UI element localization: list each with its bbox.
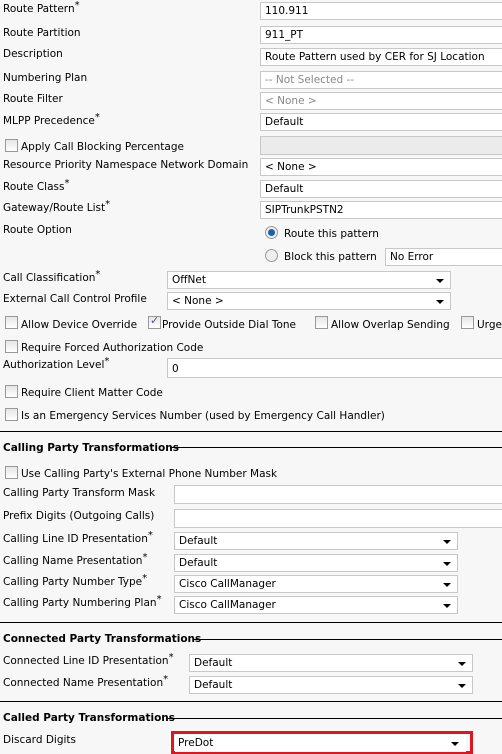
call-blocking-checkbox[interactable]	[5, 139, 18, 152]
connected-line-id-label: Connected Line ID Presentation	[3, 655, 174, 667]
use-mask-checkbox[interactable]	[5, 466, 18, 479]
call-classification-label: Call Classification	[3, 272, 100, 284]
emergency-checkbox[interactable]	[5, 408, 18, 421]
forced-auth-checkbox[interactable]	[5, 340, 18, 353]
connected-line-id-select[interactable]: Default	[189, 654, 473, 672]
gateway-select[interactable]: SIPTrunkPSTN2	[260, 201, 502, 219]
external-profile-select[interactable]: < None >	[167, 292, 451, 310]
numbering-plan-select[interactable]: -- Not Selected --	[260, 71, 502, 89]
route-class-label: Route Class	[3, 181, 69, 193]
forced-auth-label: Require Forced Authorization Code	[21, 342, 204, 354]
resource-priority-select[interactable]: < None >	[260, 158, 502, 176]
section-header-rule	[168, 718, 502, 719]
calling-party-header: Calling Party Transformations	[3, 442, 179, 454]
route-filter-select[interactable]: < None >	[260, 92, 502, 110]
route-this-pattern-radio[interactable]	[265, 226, 278, 239]
number-type-select[interactable]: Cisco CallManager	[174, 575, 458, 593]
clid-presentation-select[interactable]: Default	[174, 532, 458, 550]
resource-priority-label: Resource Priority Namespace Network Doma…	[3, 159, 249, 171]
allow-device-override-checkbox[interactable]	[5, 316, 18, 329]
urgent-priority-checkbox[interactable]	[461, 316, 474, 329]
calling-numbering-plan-label: Calling Party Numbering Plan	[3, 597, 162, 609]
prefix-digits-input[interactable]	[174, 509, 502, 528]
block-this-pattern-radio[interactable]	[265, 249, 278, 262]
client-matter-checkbox[interactable]	[5, 385, 18, 398]
mlpp-label: MLPP Precedence	[3, 115, 100, 127]
route-partition-label: Route Partition	[3, 27, 81, 39]
client-matter-label: Require Client Matter Code	[21, 387, 163, 399]
connected-name-select[interactable]: Default	[189, 676, 473, 694]
allow-device-override-label: Allow Device Override	[21, 319, 138, 331]
auth-level-input[interactable]: 0	[167, 358, 502, 378]
call-blocking-label: Apply Call Blocking Percentage	[21, 141, 184, 153]
route-pattern-input[interactable]: 110.911	[260, 2, 502, 20]
external-profile-label: External Call Control Profile	[3, 293, 147, 305]
prefix-digits-label: Prefix Digits (Outgoing Calls)	[3, 510, 155, 522]
use-mask-label: Use Calling Party's External Phone Numbe…	[21, 468, 278, 480]
connected-party-header: Connected Party Transformations	[3, 633, 202, 645]
description-label: Description	[3, 48, 63, 60]
calling-numbering-plan-select[interactable]: Cisco CallManager	[174, 596, 458, 614]
section-divider	[0, 622, 502, 623]
called-party-header: Called Party Transformations	[3, 712, 176, 724]
route-partition-input[interactable]: 911_PT	[260, 26, 502, 44]
block-this-pattern-label: Block this pattern	[284, 251, 377, 263]
overlap-sending-label: Allow Overlap Sending	[331, 319, 450, 331]
route-option-label: Route Option	[3, 224, 72, 236]
call-classification-select[interactable]: OffNet	[167, 271, 451, 289]
gateway-label: Gateway/Route List	[3, 202, 110, 214]
discard-digits-select[interactable]: PreDot	[175, 734, 466, 752]
route-this-pattern-label: Route this pattern	[284, 228, 379, 240]
calling-name-select[interactable]: Default	[174, 554, 458, 572]
section-header-rule	[194, 639, 502, 640]
call-blocking-input	[260, 136, 502, 155]
calling-name-label: Calling Name Presentation	[3, 555, 147, 567]
discard-digits-highlight: PreDot	[171, 731, 473, 754]
route-pattern-label: Route Pattern	[3, 3, 80, 15]
overlap-sending-checkbox[interactable]	[315, 316, 328, 329]
connected-name-label: Connected Name Presentation	[3, 677, 168, 689]
outside-dial-tone-checkbox[interactable]	[148, 314, 161, 329]
mlpp-select[interactable]: Default	[260, 113, 502, 131]
clid-presentation-label: Calling Line ID Presentation	[3, 533, 153, 545]
emergency-label: Is an Emergency Services Number (used by…	[21, 410, 385, 422]
auth-level-label: Authorization Level	[3, 359, 109, 371]
section-header-rule	[170, 447, 502, 448]
discard-digits-label: Discard Digits	[3, 734, 76, 746]
number-type-label: Calling Party Number Type	[3, 576, 147, 588]
transform-mask-input[interactable]	[174, 485, 502, 504]
block-reason-select[interactable]: No Error	[385, 248, 502, 266]
route-class-select[interactable]: Default	[260, 180, 502, 198]
section-divider	[0, 701, 502, 702]
route-filter-label: Route Filter	[3, 93, 63, 105]
urgent-priority-label: Urge	[477, 319, 502, 331]
section-divider	[0, 431, 502, 432]
numbering-plan-label: Numbering Plan	[3, 72, 88, 84]
transform-mask-label: Calling Party Transform Mask	[3, 487, 156, 499]
description-input[interactable]: Route Pattern used by CER for SJ Locatio…	[260, 48, 502, 66]
outside-dial-tone-label: Provide Outside Dial Tone	[162, 319, 296, 331]
